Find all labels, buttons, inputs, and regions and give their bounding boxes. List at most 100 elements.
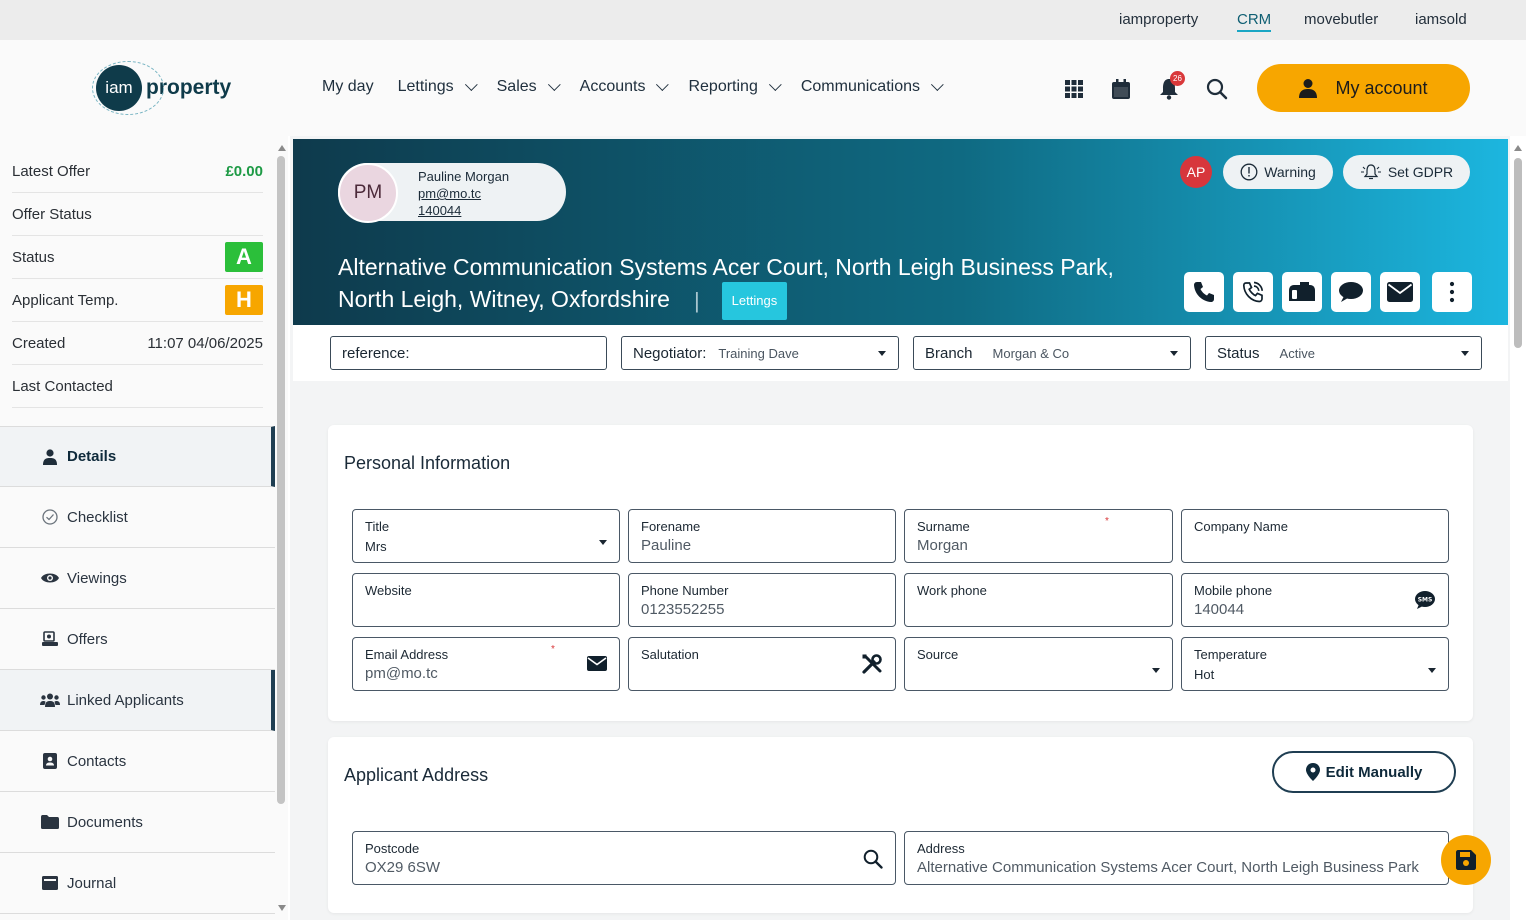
sidebar-item-checklist[interactable]: Checklist [0,487,275,548]
edit-manually-label: Edit Manually [1325,763,1423,781]
temperature-badge: H [225,285,263,315]
caret-down-icon [1170,351,1178,356]
envelope-icon[interactable] [587,656,607,676]
applicant-phone-link[interactable]: 140044 [418,202,509,219]
applicant-contact-pill[interactable]: PM Pauline Morgan pm@mo.tc 140044 [338,163,566,223]
negotiator-select[interactable]: Negotiator: Training Dave [621,336,899,370]
sidebar-item-label: Details [67,448,117,465]
chevron-down-icon [930,77,944,91]
required-marker: * [1105,516,1109,527]
sms-icon[interactable]: SMS [1414,590,1436,615]
warning-button[interactable]: Warning [1223,155,1333,189]
branch-label: Branch [925,344,973,362]
mail-drop-button[interactable] [1282,272,1322,312]
top-link-crm[interactable]: CRM [1237,11,1272,32]
caret-down-icon [1428,668,1436,673]
temperature-select[interactable]: Temperature Hot [1181,637,1449,691]
my-account-button[interactable]: My account [1257,64,1470,112]
caret-down-icon [878,351,886,356]
negotiator-label: Negotiator: [633,344,707,362]
applicant-name: Pauline Morgan [418,169,510,184]
nav-label: Communications [800,78,920,95]
applicant-address-card: Applicant Address Edit Manually Postcode… [328,737,1473,913]
user-icon [40,448,60,465]
summary-offer-status: Offer Status [12,193,263,236]
sidebar-item-linked-applicants[interactable]: Linked Applicants [0,670,275,731]
bell-icon[interactable]: 26 [1157,71,1185,101]
website-field[interactable]: Website [352,573,620,627]
email-button[interactable] [1380,272,1420,312]
phone-number-field[interactable]: Phone Number 0123552255 [628,573,896,627]
surname-field[interactable]: Surname * Morgan [904,509,1173,563]
warning-label: Warning [1264,164,1316,180]
work-phone-field[interactable]: Work phone [904,573,1173,627]
nav-sales[interactable]: Sales [496,77,561,96]
call-log-button[interactable] [1233,272,1273,312]
sidebar-scrollbar[interactable] [277,156,285,804]
chat-icon [1339,282,1363,302]
edit-manually-button[interactable]: Edit Manually [1272,751,1456,793]
logo-mark: iam [92,61,164,115]
nav-label: Sales [496,78,537,95]
sidebar-item-details[interactable]: Details [0,426,275,487]
nav-my-day[interactable]: My day [322,78,374,96]
applicant-email-link[interactable]: pm@mo.tc [418,185,509,202]
save-button[interactable] [1441,835,1491,885]
forename-field[interactable]: Forename Pauline [628,509,896,563]
summary-label: Status [12,248,55,266]
more-options-button[interactable] [1432,272,1472,312]
message-button[interactable] [1331,272,1371,312]
top-link-movebutler[interactable]: movebutler [1304,11,1378,28]
field-value: Morgan [917,537,968,554]
summary-label: Last Contacted [12,377,113,395]
lettings-tag: Lettings [721,282,788,320]
negotiator-value: Training Dave [718,345,799,361]
top-link-iamsold[interactable]: iamsold [1415,11,1467,28]
reference-input[interactable]: reference: [330,336,607,370]
phone-button[interactable] [1184,272,1224,312]
search-icon[interactable] [863,849,883,874]
sidebar-item-label: Linked Applicants [67,691,184,709]
set-gdpr-button[interactable]: Set GDPR [1343,155,1470,189]
nav-lettings[interactable]: Lettings [398,77,478,96]
assignee-avatar[interactable]: AP [1180,156,1212,188]
summary-latest-offer: Latest Offer £0.00 [12,150,263,193]
sidebar-item-offers[interactable]: Offers [0,609,275,670]
title-select[interactable]: Title Mrs [352,509,620,563]
tools-icon[interactable] [861,653,883,680]
main-scrollbar[interactable] [1514,158,1522,348]
nav-reporting[interactable]: Reporting [688,77,782,96]
source-select[interactable]: Source [904,637,1173,691]
address-field[interactable]: Address Alternative Communication System… [904,831,1449,885]
scroll-up-arrow[interactable] [1514,145,1522,151]
top-link-iamproperty[interactable]: iamproperty [1119,11,1198,28]
svg-text:SMS: SMS [1418,597,1433,604]
field-label: Postcode [365,841,420,856]
mobile-phone-field[interactable]: Mobile phone 140044 SMS [1181,573,1449,627]
latest-offer-value: £0.00 [225,162,263,180]
logo[interactable]: iam property [92,61,231,115]
salutation-field[interactable]: Salutation [628,637,896,691]
email-address-field[interactable]: Email Address * pm@mo.tc [352,637,620,691]
scroll-down-arrow[interactable] [278,905,286,911]
company-name-field[interactable]: Company Name [1181,509,1449,563]
sidebar-item-viewings[interactable]: Viewings [0,548,275,609]
status-select[interactable]: Status Active [1205,336,1482,370]
summary-label: Latest Offer [12,162,91,180]
gdpr-label: Set GDPR [1387,164,1454,180]
branch-select[interactable]: Branch Morgan & Co [913,336,1191,370]
sidebar-item-documents[interactable]: Documents [0,792,275,853]
sidebar-item-journal[interactable]: Journal [0,853,275,914]
nav-communications[interactable]: Communications [800,77,944,96]
sidebar-item-contacts[interactable]: Contacts [0,731,275,792]
scroll-up-arrow[interactable] [278,145,286,151]
summary-label: Created [12,334,66,352]
summary-label: Applicant Temp. [12,291,119,309]
calendar-icon[interactable] [1109,77,1133,101]
search-icon[interactable] [1205,77,1229,101]
postcode-field[interactable]: Postcode OX29 6SW [352,831,896,885]
avatar: PM [338,163,398,223]
folder-icon [40,815,60,829]
grid-icon[interactable] [1062,77,1086,101]
nav-accounts[interactable]: Accounts [580,77,670,96]
